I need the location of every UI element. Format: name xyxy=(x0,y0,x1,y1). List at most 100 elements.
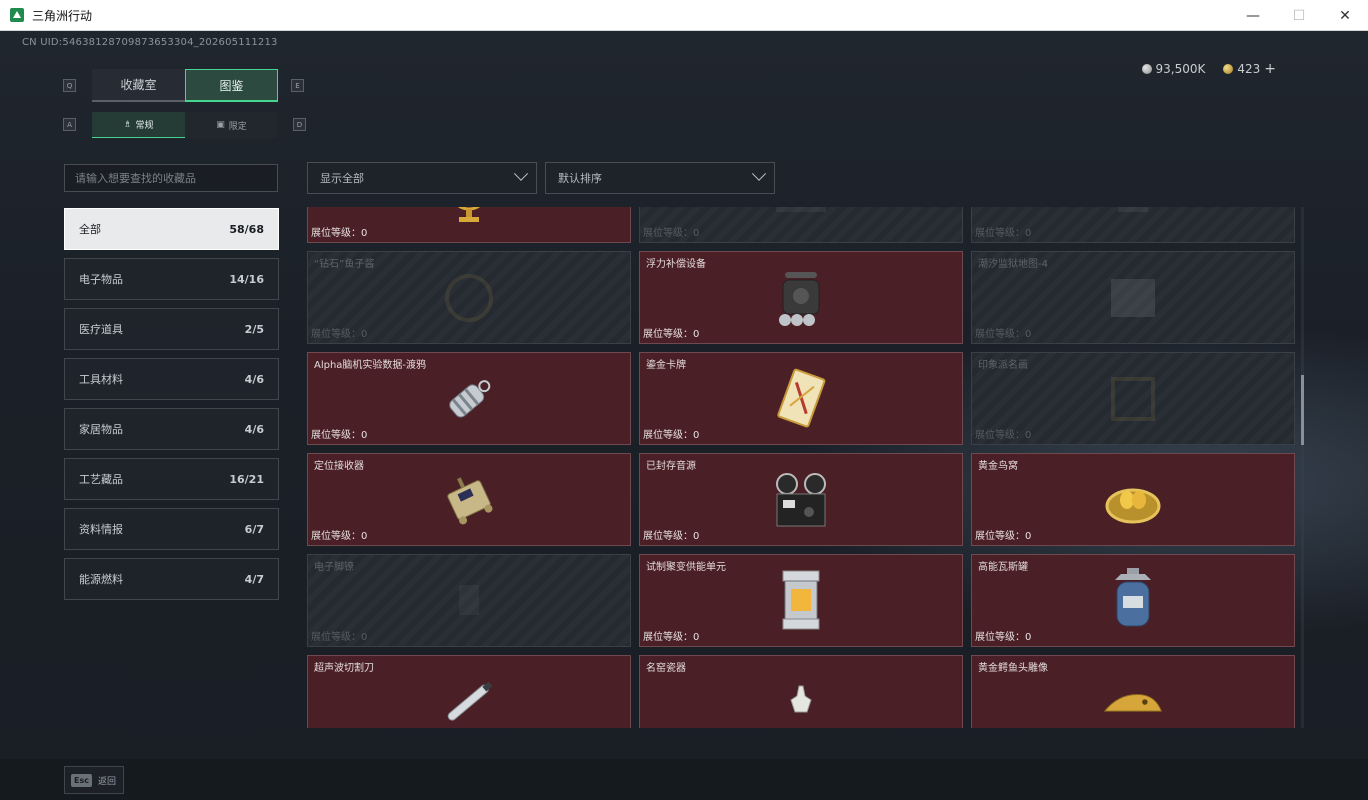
chess-piece-icon: ♗ xyxy=(123,119,132,130)
item-name: 印象派名画 xyxy=(978,360,1028,371)
subtab-regular-label: 常规 xyxy=(135,121,154,131)
close-button[interactable]: ✕ xyxy=(1322,0,1368,31)
item-name: 浮力补偿设备 xyxy=(646,259,706,270)
window-controls: — ☐ ✕ xyxy=(1230,0,1368,31)
gold-balance: 423 + xyxy=(1223,61,1276,77)
collection-card[interactable]: 印象派名画展位等级：0 xyxy=(971,352,1295,445)
collection-card[interactable]: 展位等级：0 xyxy=(639,207,963,243)
ultrasonic-knife-icon xyxy=(437,670,501,729)
category-intel[interactable]: 资料情报 6/7 xyxy=(64,508,279,550)
item-name: 已封存音源 xyxy=(646,461,696,472)
collection-card[interactable]: 试制聚变供能单元 展位等级：0 xyxy=(639,554,963,647)
gilded-card-icon xyxy=(769,367,833,431)
map-icon xyxy=(1101,266,1165,330)
item-name: 鎏金卡牌 xyxy=(646,360,686,371)
gas-canister-icon xyxy=(1101,567,1165,633)
chevron-down-icon xyxy=(513,166,529,181)
category-label: 工具材料 xyxy=(79,373,123,386)
collection-grid: 展位等级：0 展位等级：0 展位等级：0 “钻石”鱼子酱 展位等级：0 浮力补偿设备 展位等… xyxy=(307,207,1295,728)
silver-amount: 93,500K xyxy=(1155,62,1206,76)
collection-card[interactable]: “钻石”鱼子酱 展位等级：0 xyxy=(307,251,631,344)
search-input[interactable] xyxy=(64,164,278,192)
gps-receiver-icon xyxy=(437,468,501,532)
category-count: 58/68 xyxy=(229,222,264,236)
display-level: 展位等级：0 xyxy=(975,430,1032,441)
silver-balance: 93,500K xyxy=(1141,62,1206,76)
category-label: 能源燃料 xyxy=(79,573,123,586)
gold-crocodile-icon xyxy=(1101,670,1165,729)
reel-recorder-icon xyxy=(769,468,833,532)
display-level: 展位等级：0 xyxy=(975,329,1032,340)
item-name: 潮汐监狱地图-4 xyxy=(978,259,1048,270)
sort-dropdown[interactable]: 默认排序 xyxy=(545,162,775,194)
collection-card[interactable]: 定位接收器 展位等级：0 xyxy=(307,453,631,546)
picture-icon: ▣ xyxy=(216,120,225,130)
main-tabs: 收藏室 图鉴 xyxy=(92,69,278,102)
category-list: 全部 58/68 电子物品 14/16 医疗道具 2/5 工具材料 4/6 家居… xyxy=(64,208,279,608)
category-label: 全部 xyxy=(79,223,101,236)
collection-card[interactable]: 展位等级：0 xyxy=(971,207,1295,243)
collection-card[interactable]: 鎏金卡牌 展位等级：0 xyxy=(639,352,963,445)
item-name: 高能瓦斯罐 xyxy=(978,562,1028,573)
item-name: 黄金鳄鱼头雕像 xyxy=(978,663,1048,674)
collection-card[interactable]: 黄金鸟窝展位等级：0 xyxy=(971,453,1295,546)
subtab-regular[interactable]: ♗ 常规 xyxy=(92,112,185,138)
ankle-monitor-icon xyxy=(437,569,501,633)
data-canister-icon xyxy=(437,367,501,431)
gold-amount: 423 xyxy=(1237,62,1261,76)
collection-screen: CN UID:5463812870987365330​4_20260511121… xyxy=(0,31,1368,800)
category-household[interactable]: 家居物品 4/6 xyxy=(64,408,279,450)
collection-card[interactable]: 潮汐监狱地图-4 展位等级：0 xyxy=(971,251,1295,344)
category-tools[interactable]: 工具材料 4/6 xyxy=(64,358,279,400)
golden-nest-icon xyxy=(1101,468,1165,532)
tab-codex[interactable]: 图鉴 xyxy=(185,69,278,102)
keyhint-d: D xyxy=(293,118,306,131)
item-name: 名窑瓷器 xyxy=(646,663,686,674)
add-currency-button[interactable]: + xyxy=(1264,61,1276,77)
category-count: 4/6 xyxy=(244,422,264,436)
bottom-bar xyxy=(0,759,1368,800)
display-level: 展位等级：0 xyxy=(643,228,700,239)
back-button[interactable]: Esc 返回 xyxy=(64,766,124,794)
minimize-button[interactable]: — xyxy=(1230,0,1276,31)
caviar-icon xyxy=(437,266,501,330)
filter-dropdown[interactable]: 显示全部 xyxy=(307,162,537,194)
item-name: 定位接收器 xyxy=(314,461,364,472)
subtab-limited[interactable]: ▣ 限定 xyxy=(185,112,278,138)
item-name: 黄金鸟窝 xyxy=(978,461,1018,472)
gold-coin-icon xyxy=(1223,64,1234,74)
display-level: 展位等级：0 xyxy=(311,430,368,441)
back-label: 返回 xyxy=(97,776,116,787)
collection-card[interactable]: 已封存音源 展位等级：0 xyxy=(639,453,963,546)
display-level: 展位等级：0 xyxy=(311,329,368,340)
scrollbar-thumb[interactable] xyxy=(1301,375,1304,445)
collection-card[interactable]: 名窑瓷器 xyxy=(639,655,963,728)
tab-collection-room[interactable]: 收藏室 xyxy=(92,69,185,102)
category-energy[interactable]: 能源燃料 4/7 xyxy=(64,558,279,600)
display-level: 展位等级：0 xyxy=(643,329,700,340)
silver-coin-icon xyxy=(1141,64,1152,74)
display-level: 展位等级：0 xyxy=(975,531,1032,542)
collection-card[interactable]: 电子脚镣 展位等级：0 xyxy=(307,554,631,647)
category-label: 工艺藏品 xyxy=(79,473,123,486)
category-crafts[interactable]: 工艺藏品 16/21 xyxy=(64,458,279,500)
category-all[interactable]: 全部 58/68 xyxy=(64,208,279,250)
collection-card[interactable]: 高能瓦斯罐 展位等级：0 xyxy=(971,554,1295,647)
collection-card[interactable]: Alpha脑机实验数据-渡鸦 展位等级：0 xyxy=(307,352,631,445)
collection-card[interactable]: 展位等级：0 xyxy=(307,207,631,243)
title-bar: 三角洲行动 — ☐ ✕ xyxy=(0,0,1368,31)
category-count: 16/21 xyxy=(229,472,264,486)
category-electronics[interactable]: 电子物品 14/16 xyxy=(64,258,279,300)
collection-card[interactable]: 超声波切割刀 xyxy=(307,655,631,728)
robot-icon xyxy=(1101,207,1165,229)
chevron-down-icon xyxy=(751,166,767,181)
category-label: 电子物品 xyxy=(79,273,123,286)
keyhint-e: E xyxy=(291,79,304,92)
grid-scrollbar[interactable] xyxy=(1301,207,1304,728)
category-medical[interactable]: 医疗道具 2/5 xyxy=(64,308,279,350)
maximize-button[interactable]: ☐ xyxy=(1276,0,1322,31)
collection-card[interactable]: 浮力补偿设备 展位等级：0 xyxy=(639,251,963,344)
item-name: Alpha脑机实验数据-渡鸦 xyxy=(314,360,427,371)
collection-card[interactable]: 黄金鳄鱼头雕像 xyxy=(971,655,1295,728)
category-label: 家居物品 xyxy=(79,423,123,436)
